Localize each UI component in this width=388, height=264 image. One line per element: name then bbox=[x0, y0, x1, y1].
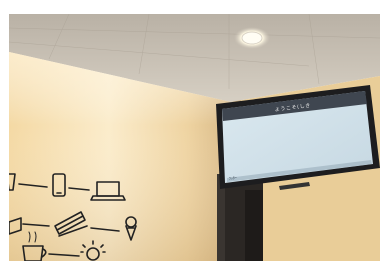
screen-footer-text: ﾌｯﾀｰ bbox=[228, 174, 237, 181]
photo-scene: ようこそ(しき ﾌｯﾀｰ bbox=[9, 14, 380, 261]
ceiling-downlight bbox=[234, 27, 270, 49]
